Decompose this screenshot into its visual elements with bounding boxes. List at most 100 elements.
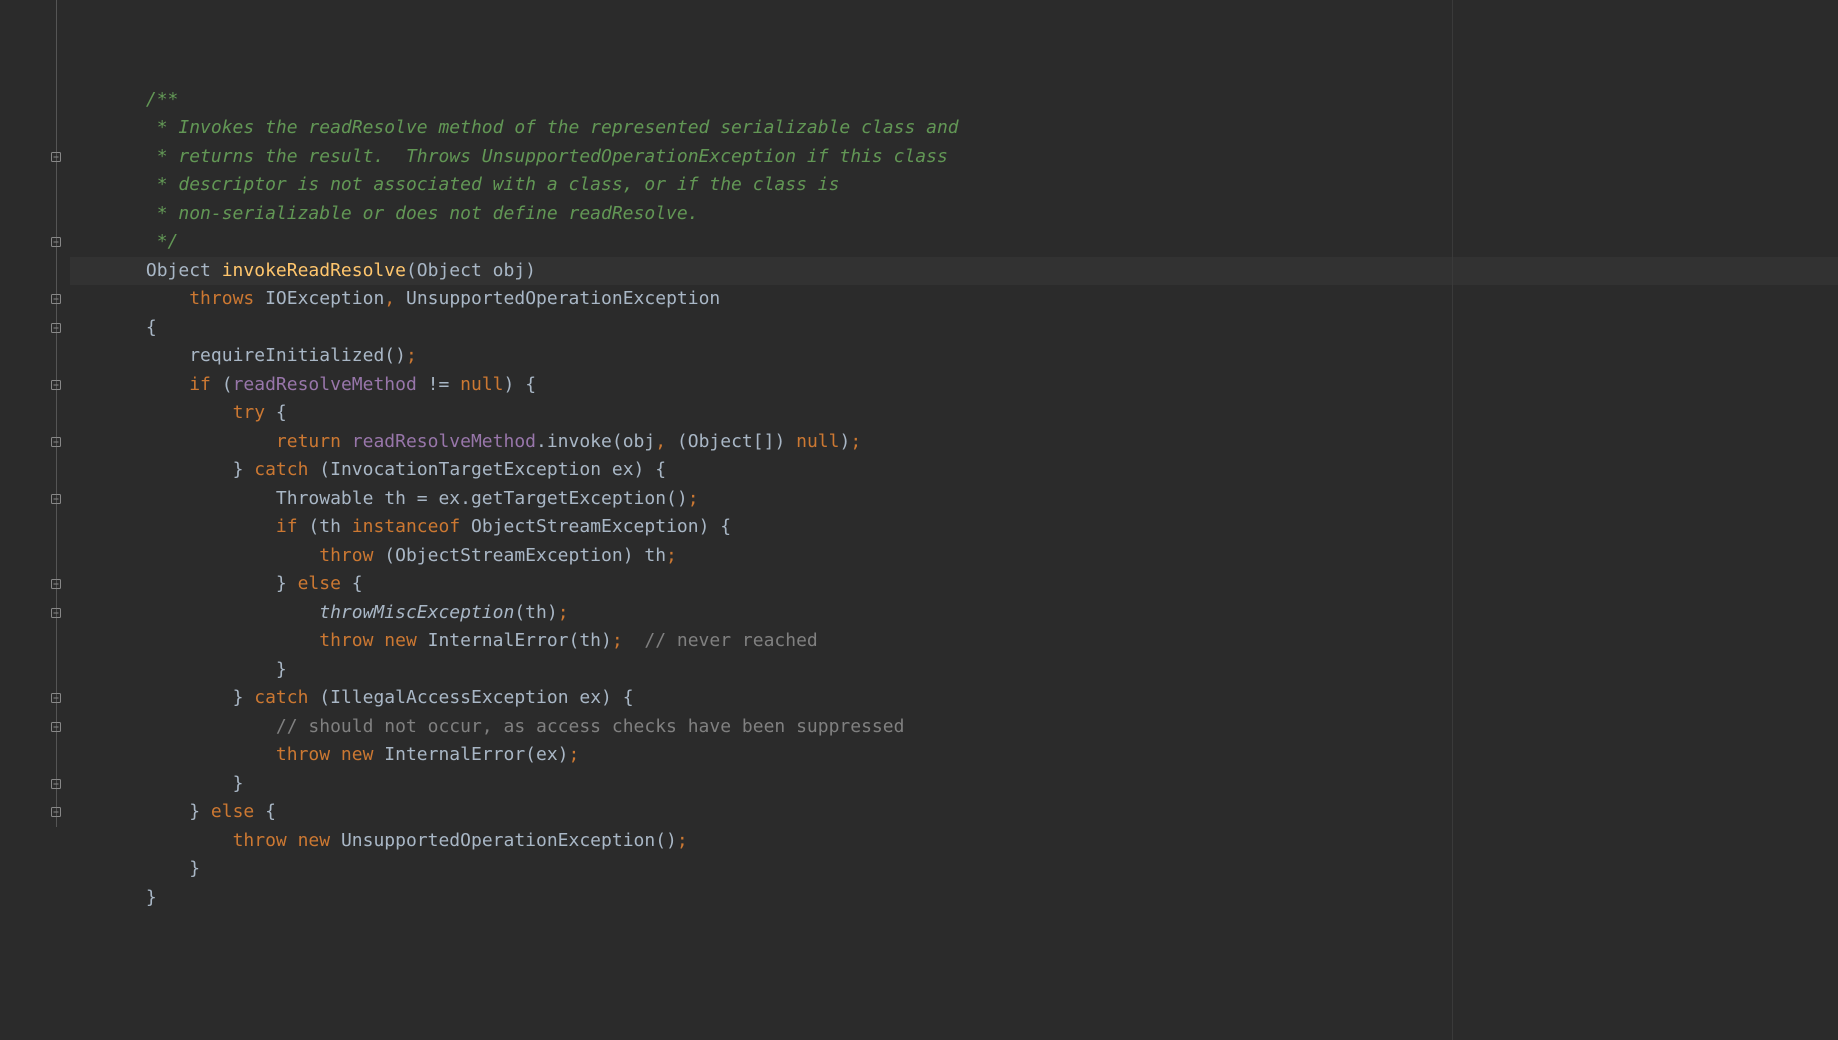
- code-line[interactable]: try {: [70, 399, 1838, 428]
- code-token: UnsupportedOperationException: [406, 288, 720, 309]
- code-token: (Object obj): [406, 260, 536, 281]
- code-line[interactable]: * returns the result. Throws Unsupported…: [70, 143, 1838, 172]
- gutter: [0, 0, 70, 1040]
- code-token: readResolveMethod: [352, 431, 536, 452]
- code-line[interactable]: */: [70, 228, 1838, 257]
- code-line[interactable]: } else {: [70, 570, 1838, 599]
- code-token: .invoke(obj: [536, 431, 655, 452]
- fold-toggle-icon[interactable]: [50, 322, 62, 334]
- code-token: // should not occur, as access checks ha…: [276, 716, 905, 737]
- fold-toggle-icon[interactable]: [50, 151, 62, 163]
- code-line[interactable]: Throwable th = ex.getTargetException();: [70, 485, 1838, 514]
- code-line[interactable]: }: [70, 884, 1838, 913]
- code-token: throw new: [233, 830, 341, 851]
- fold-toggle-icon[interactable]: [50, 692, 62, 704]
- code-token: ,: [384, 288, 406, 309]
- code-token: requireInitialized(): [189, 345, 406, 366]
- code-token: !=: [417, 374, 460, 395]
- fold-toggle-icon[interactable]: [50, 293, 62, 305]
- code-token: ;: [677, 830, 688, 851]
- fold-toggle-icon[interactable]: [50, 806, 62, 818]
- fold-toggle-icon[interactable]: [50, 721, 62, 733]
- code-token: throw new: [319, 630, 427, 651]
- code-line[interactable]: * descriptor is not associated with a cl…: [70, 171, 1838, 200]
- fold-toggle-icon[interactable]: [50, 778, 62, 790]
- code-editor[interactable]: /** * Invokes the readResolve method of …: [0, 0, 1838, 1040]
- code-token: /**: [146, 89, 179, 110]
- code-token: return: [276, 431, 352, 452]
- code-line[interactable]: throw (ObjectStreamException) th;: [70, 542, 1838, 571]
- code-line[interactable]: if (th instanceof ObjectStreamException)…: [70, 513, 1838, 542]
- code-token: }: [233, 459, 255, 480]
- code-token: null: [796, 431, 839, 452]
- code-token: (InvocationTargetException ex) {: [319, 459, 666, 480]
- code-line[interactable]: throw new UnsupportedOperationException(…: [70, 827, 1838, 856]
- code-line[interactable]: // should not occur, as access checks ha…: [70, 713, 1838, 742]
- code-line[interactable]: return readResolveMethod.invoke(obj, (Ob…: [70, 428, 1838, 457]
- code-token: }: [233, 773, 244, 794]
- code-line[interactable]: /**: [70, 86, 1838, 115]
- code-token: * returns the result. Throws Unsupported…: [146, 146, 948, 167]
- code-token: ): [839, 431, 850, 452]
- code-token: ;: [612, 630, 645, 651]
- code-token: }: [233, 687, 255, 708]
- code-token: ;: [850, 431, 861, 452]
- code-token: invokeReadResolve: [222, 260, 406, 281]
- code-token: ,: [655, 431, 677, 452]
- code-token: catch: [254, 459, 319, 480]
- code-token: readResolveMethod: [233, 374, 417, 395]
- code-token: }: [276, 573, 298, 594]
- code-token: throws: [189, 288, 265, 309]
- code-token: InternalError(ex): [384, 744, 568, 765]
- code-token: else: [211, 801, 265, 822]
- code-token: ObjectStreamException) {: [471, 516, 731, 537]
- code-line[interactable]: } catch (IllegalAccessException ex) {: [70, 684, 1838, 713]
- code-token: ;: [558, 602, 569, 623]
- code-line[interactable]: } else {: [70, 798, 1838, 827]
- code-token: Throwable th = ex.getTargetException(): [276, 488, 688, 509]
- fold-toggle-icon[interactable]: [50, 436, 62, 448]
- code-token: UnsupportedOperationException(): [341, 830, 677, 851]
- code-token: else: [298, 573, 352, 594]
- code-line[interactable]: throwMiscException(th);: [70, 599, 1838, 628]
- fold-toggle-icon[interactable]: [50, 493, 62, 505]
- code-token: (ObjectStreamException) th: [384, 545, 666, 566]
- code-token: ;: [666, 545, 677, 566]
- code-line[interactable]: }: [70, 770, 1838, 799]
- fold-toggle-icon[interactable]: [50, 578, 62, 590]
- code-token: if: [276, 516, 309, 537]
- code-token: * descriptor is not associated with a cl…: [146, 174, 840, 195]
- code-line[interactable]: }: [70, 855, 1838, 884]
- code-line[interactable]: throw new InternalError(th); // never re…: [70, 627, 1838, 656]
- code-line[interactable]: if (readResolveMethod != null) {: [70, 371, 1838, 400]
- code-token: InternalError(th): [428, 630, 612, 651]
- code-line[interactable]: throws IOException, UnsupportedOperation…: [70, 285, 1838, 314]
- code-area[interactable]: /** * Invokes the readResolve method of …: [70, 0, 1838, 1040]
- fold-toggle-icon[interactable]: [50, 236, 62, 248]
- code-token: throwMiscException: [319, 602, 514, 623]
- code-token: {: [146, 317, 157, 338]
- code-token: (th): [514, 602, 557, 623]
- code-token: {: [265, 801, 276, 822]
- code-line[interactable]: Object invokeReadResolve(Object obj): [70, 257, 1838, 286]
- code-token: (th: [308, 516, 351, 537]
- code-token: ;: [406, 345, 417, 366]
- fold-column: [50, 0, 64, 1040]
- code-token: }: [146, 887, 157, 908]
- code-line[interactable]: {: [70, 314, 1838, 343]
- code-token: try: [233, 402, 276, 423]
- code-line[interactable]: } catch (InvocationTargetException ex) {: [70, 456, 1838, 485]
- code-token: Object: [146, 260, 222, 281]
- fold-toggle-icon[interactable]: [50, 607, 62, 619]
- code-line[interactable]: * Invokes the readResolve method of the …: [70, 114, 1838, 143]
- code-token: ;: [688, 488, 699, 509]
- code-token: if: [189, 374, 222, 395]
- code-line[interactable]: requireInitialized();: [70, 342, 1838, 371]
- code-line[interactable]: }: [70, 656, 1838, 685]
- code-token: (IllegalAccessException ex) {: [319, 687, 633, 708]
- code-token: // never reached: [644, 630, 817, 651]
- code-line[interactable]: * non-serializable or does not define re…: [70, 200, 1838, 229]
- fold-toggle-icon[interactable]: [50, 379, 62, 391]
- code-token: }: [189, 858, 200, 879]
- code-line[interactable]: throw new InternalError(ex);: [70, 741, 1838, 770]
